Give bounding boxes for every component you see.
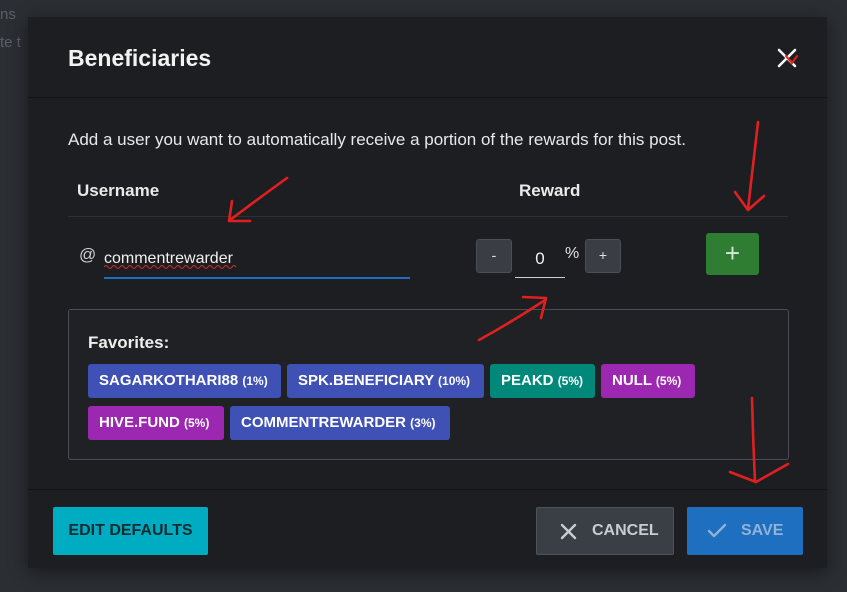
check-icon: [707, 523, 727, 538]
decrement-reward-button[interactable]: -: [476, 239, 512, 273]
favorite-chip-name: HIVE.FUND: [99, 414, 180, 431]
favorite-chip[interactable]: NULL (5%): [601, 364, 695, 398]
reward-percent-input[interactable]: [515, 241, 565, 278]
reward-column-header: Reward: [519, 181, 581, 200]
save-button[interactable]: SAVE: [687, 507, 803, 555]
favorite-chip[interactable]: SPK.BENEFICIARY (10%): [287, 364, 484, 398]
close-button[interactable]: [774, 45, 800, 71]
favorite-chip[interactable]: HIVE.FUND (5%): [88, 406, 224, 440]
favorite-chip[interactable]: COMMENTREWARDER (3%): [230, 406, 450, 440]
background-text: te t: [0, 34, 21, 51]
header-divider: [68, 216, 788, 217]
edit-defaults-button[interactable]: EDIT DEFAULTS: [53, 507, 208, 555]
dialog-footer: EDIT DEFAULTS CANCEL SAVE: [28, 489, 827, 569]
favorite-chip[interactable]: SAGARKOTHARI88 (1%): [88, 364, 281, 398]
close-icon: [560, 523, 577, 540]
add-beneficiary-button[interactable]: +: [706, 233, 759, 275]
percent-sign: %: [565, 245, 580, 262]
spellcheck-underline: [104, 265, 237, 269]
favorite-chip-percent: (10%): [438, 374, 471, 388]
dialog-description: Add a user you want to automatically rec…: [68, 130, 686, 149]
favorite-chip-name: COMMENTREWARDER: [241, 414, 406, 431]
cancel-button-label: CANCEL: [592, 522, 659, 539]
dialog-header: Beneficiaries: [28, 17, 827, 98]
favorite-chip-percent: (5%): [557, 374, 584, 388]
favorite-chip-name: SAGARKOTHARI88: [99, 372, 239, 389]
favorite-chip-name: NULL: [612, 372, 652, 389]
beneficiaries-dialog: Beneficiaries Add a user you want to aut…: [28, 17, 827, 568]
favorite-chip-name: SPK.BENEFICIARY: [298, 372, 434, 389]
username-input[interactable]: [104, 241, 410, 279]
increment-reward-button[interactable]: +: [585, 239, 621, 273]
background-text: ns: [0, 6, 16, 23]
username-column-header: Username: [77, 181, 160, 200]
favorite-chip[interactable]: PEAKD (5%): [490, 364, 595, 398]
favorite-chip-name: PEAKD: [501, 372, 554, 389]
favorite-chip-percent: (1%): [242, 374, 268, 388]
cancel-button[interactable]: CANCEL: [536, 507, 674, 555]
save-button-label: SAVE: [741, 522, 784, 539]
favorites-title: Favorites:: [88, 333, 170, 352]
favorite-chip-percent: (3%): [410, 416, 436, 430]
favorites-panel: Favorites: SAGARKOTHARI88 (1%) SPK.BENEF…: [68, 309, 789, 460]
dialog-title: Beneficiaries: [68, 45, 212, 71]
favorite-chip-percent: (5%): [655, 374, 682, 388]
close-icon: [777, 48, 797, 68]
at-symbol: @: [79, 245, 97, 264]
favorite-chip-percent: (5%): [184, 416, 210, 430]
